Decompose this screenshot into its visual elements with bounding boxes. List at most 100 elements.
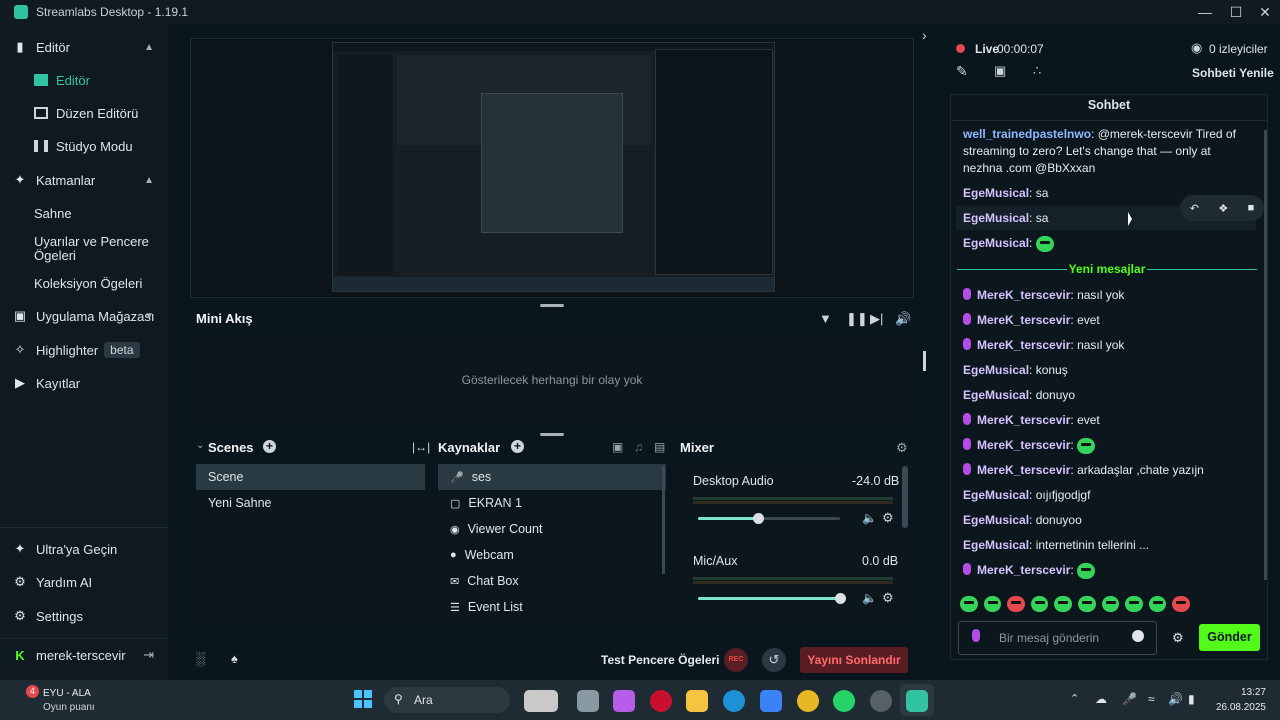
- camera-icon[interactable]: ▣: [994, 63, 1006, 79]
- sidebar-section-layers[interactable]: ✦ Katmanlar ▲: [0, 171, 168, 189]
- refresh-chat-button[interactable]: Sohbeti Yenile: [1192, 66, 1274, 80]
- source-item[interactable]: 🎤 ses: [438, 464, 666, 490]
- sidebar-user[interactable]: K merek-terscevir ⇥: [0, 646, 168, 664]
- emote-icon[interactable]: [1077, 596, 1096, 612]
- emote-icon[interactable]: [1101, 596, 1120, 612]
- emote-icon[interactable]: [1148, 596, 1167, 612]
- filter-icon[interactable]: ▼: [819, 311, 832, 326]
- weather-title[interactable]: EYU - ALA: [43, 688, 91, 699]
- close-icon[interactable]: ✕: [1250, 0, 1280, 24]
- volume-icon[interactable]: 🔊: [895, 311, 911, 327]
- maximize-icon[interactable]: ☐: [1221, 0, 1251, 24]
- chat-message[interactable]: well_trainedpastelnwo: @merek-terscevir …: [963, 126, 1253, 177]
- volume-slider[interactable]: [698, 593, 846, 604]
- stats-icon[interactable]: ░: [196, 651, 205, 666]
- resize-handle[interactable]: [540, 304, 564, 307]
- chevron-down-icon[interactable]: ⌄: [196, 440, 204, 451]
- source-item[interactable]: ● Webcam: [438, 542, 666, 568]
- scene-transition-icon[interactable]: |↔|: [412, 440, 430, 454]
- sidebar-item-editor[interactable]: Editör: [0, 71, 168, 89]
- emoji-icon[interactable]: [1132, 630, 1144, 642]
- sidebar-item-studio-mode[interactable]: Stüdyo Modu: [0, 137, 168, 155]
- chat-message[interactable]: EgeMusical: donuyoo: [963, 512, 1253, 529]
- resize-handle[interactable]: [540, 433, 564, 436]
- wifi-icon[interactable]: ≈: [1148, 692, 1155, 706]
- sidebar-item-collection-items[interactable]: Koleksiyon Ögeleri: [0, 274, 168, 292]
- add-scene-icon[interactable]: +: [263, 440, 276, 453]
- emote-icon[interactable]: [1172, 596, 1190, 612]
- volume-icon[interactable]: 🔈: [862, 511, 877, 525]
- source-item[interactable]: ◉ Viewer Count: [438, 516, 666, 542]
- sidebar-section-editor[interactable]: ▮ Editör ▲: [0, 38, 168, 56]
- skip-icon[interactable]: ▶|: [870, 311, 883, 327]
- pin-icon[interactable]: ❖: [1218, 202, 1228, 215]
- record-button[interactable]: REC: [724, 648, 748, 672]
- emote-icon[interactable]: [960, 596, 978, 612]
- undo-icon[interactable]: ↶: [1190, 202, 1199, 215]
- chat-message[interactable]: MereK_terscevir: nasıl yok: [963, 287, 1253, 304]
- mic-icon[interactable]: 🎤: [1122, 692, 1137, 706]
- scene-item[interactable]: Yeni Sahne: [196, 490, 425, 516]
- widgets-icon[interactable]: [577, 690, 599, 712]
- taskview-icon[interactable]: [524, 690, 558, 712]
- chat-scrollbar[interactable]: [1264, 130, 1267, 580]
- sidebar-item-alerts-widgets[interactable]: Uyarılar ve Pencere Ögeleri: [0, 234, 168, 264]
- opera-icon[interactable]: [650, 690, 672, 712]
- share-icon[interactable]: ∴: [1033, 63, 1041, 79]
- chrome-icon[interactable]: [797, 690, 819, 712]
- battery-icon[interactable]: ▮: [1188, 692, 1195, 706]
- chat-message[interactable]: EgeMusical: internetinin tellerini ...: [963, 537, 1253, 554]
- gear-icon[interactable]: ⚙: [896, 440, 908, 456]
- emote-icon[interactable]: [1030, 596, 1049, 612]
- emote-icon[interactable]: [1007, 596, 1025, 612]
- sidebar-item-highlighter[interactable]: ✧ Highlighter beta: [0, 341, 168, 359]
- clock-date[interactable]: 26.08.2025: [1196, 702, 1266, 713]
- chat-message[interactable]: MereK_terscevir: nasıl yok: [963, 337, 1253, 354]
- minimize-icon[interactable]: —: [1190, 0, 1220, 24]
- chat-message[interactable]: MereK_terscevir:: [963, 437, 1253, 454]
- chat-message[interactable]: EgeMusical: oıjıfjgodjgf: [963, 487, 1253, 504]
- add-source-icon[interactable]: +: [511, 440, 524, 453]
- chat-message[interactable]: EgeMusical: donuyo: [963, 387, 1253, 404]
- pause-icon[interactable]: ❚❚: [846, 311, 868, 327]
- chevron-right-icon[interactable]: ›: [922, 27, 927, 43]
- copilot-icon[interactable]: [613, 690, 635, 712]
- emote-icon[interactable]: [983, 596, 1002, 612]
- chevron-up-icon[interactable]: ⌃: [1070, 692, 1079, 705]
- gear-icon[interactable]: ⚙: [882, 590, 894, 606]
- gear-icon[interactable]: ⚙: [1172, 630, 1184, 646]
- emote-icon[interactable]: [1125, 596, 1143, 612]
- chat-message[interactable]: MereK_terscevir: evet: [963, 312, 1253, 329]
- replay-icon[interactable]: ↺: [762, 648, 786, 672]
- source-folder-icon[interactable]: ▤: [654, 440, 665, 454]
- volume-icon[interactable]: 🔊: [1168, 692, 1183, 706]
- volume-slider[interactable]: [698, 513, 840, 524]
- cloud-icon[interactable]: ☁: [1095, 692, 1107, 706]
- source-screen-icon[interactable]: ▣: [612, 440, 623, 454]
- chat-message[interactable]: MereK_terscevir: arkadaşlar ,chate yazıj…: [963, 462, 1253, 479]
- source-item[interactable]: ▢ EKRAN 1: [438, 490, 666, 516]
- clock-time[interactable]: 13:27: [1216, 687, 1266, 698]
- chat-message[interactable]: EgeMusical:: [963, 235, 1253, 252]
- source-item[interactable]: ☰ Event List: [438, 594, 666, 620]
- store-icon[interactable]: [760, 690, 782, 712]
- bell-icon[interactable]: ♠: [231, 651, 238, 666]
- trash-icon[interactable]: ■: [1248, 202, 1255, 214]
- sidebar-item-ultra[interactable]: ✦ Ultra'ya Geçin: [0, 540, 168, 558]
- source-audio-icon[interactable]: ♫: [634, 440, 643, 454]
- sidebar-item-layout-editor[interactable]: Düzen Editörü: [0, 104, 168, 122]
- send-button[interactable]: Gönder: [1199, 624, 1260, 651]
- sidebar-item-app-store[interactable]: ▣ Uygulama Mağazası ▼: [0, 307, 168, 325]
- sidebar-item-recordings[interactable]: ▶ Kayıtlar: [0, 374, 168, 392]
- source-item[interactable]: ✉ Chat Box: [438, 568, 666, 594]
- taskbar-search[interactable]: Ara: [384, 687, 510, 713]
- logout-icon[interactable]: ⇥: [143, 647, 154, 663]
- edit-icon[interactable]: ✎: [956, 63, 968, 80]
- app-icon[interactable]: [870, 690, 892, 712]
- gear-icon[interactable]: ⚙: [882, 510, 894, 526]
- end-stream-button[interactable]: Yayını Sonlandır: [800, 647, 908, 673]
- scrollbar[interactable]: [902, 466, 908, 528]
- emote-icon[interactable]: [1054, 596, 1072, 612]
- sidebar-item-settings[interactable]: ⚙ Settings: [0, 607, 168, 625]
- chat-message[interactable]: EgeMusical: konuş: [963, 362, 1253, 379]
